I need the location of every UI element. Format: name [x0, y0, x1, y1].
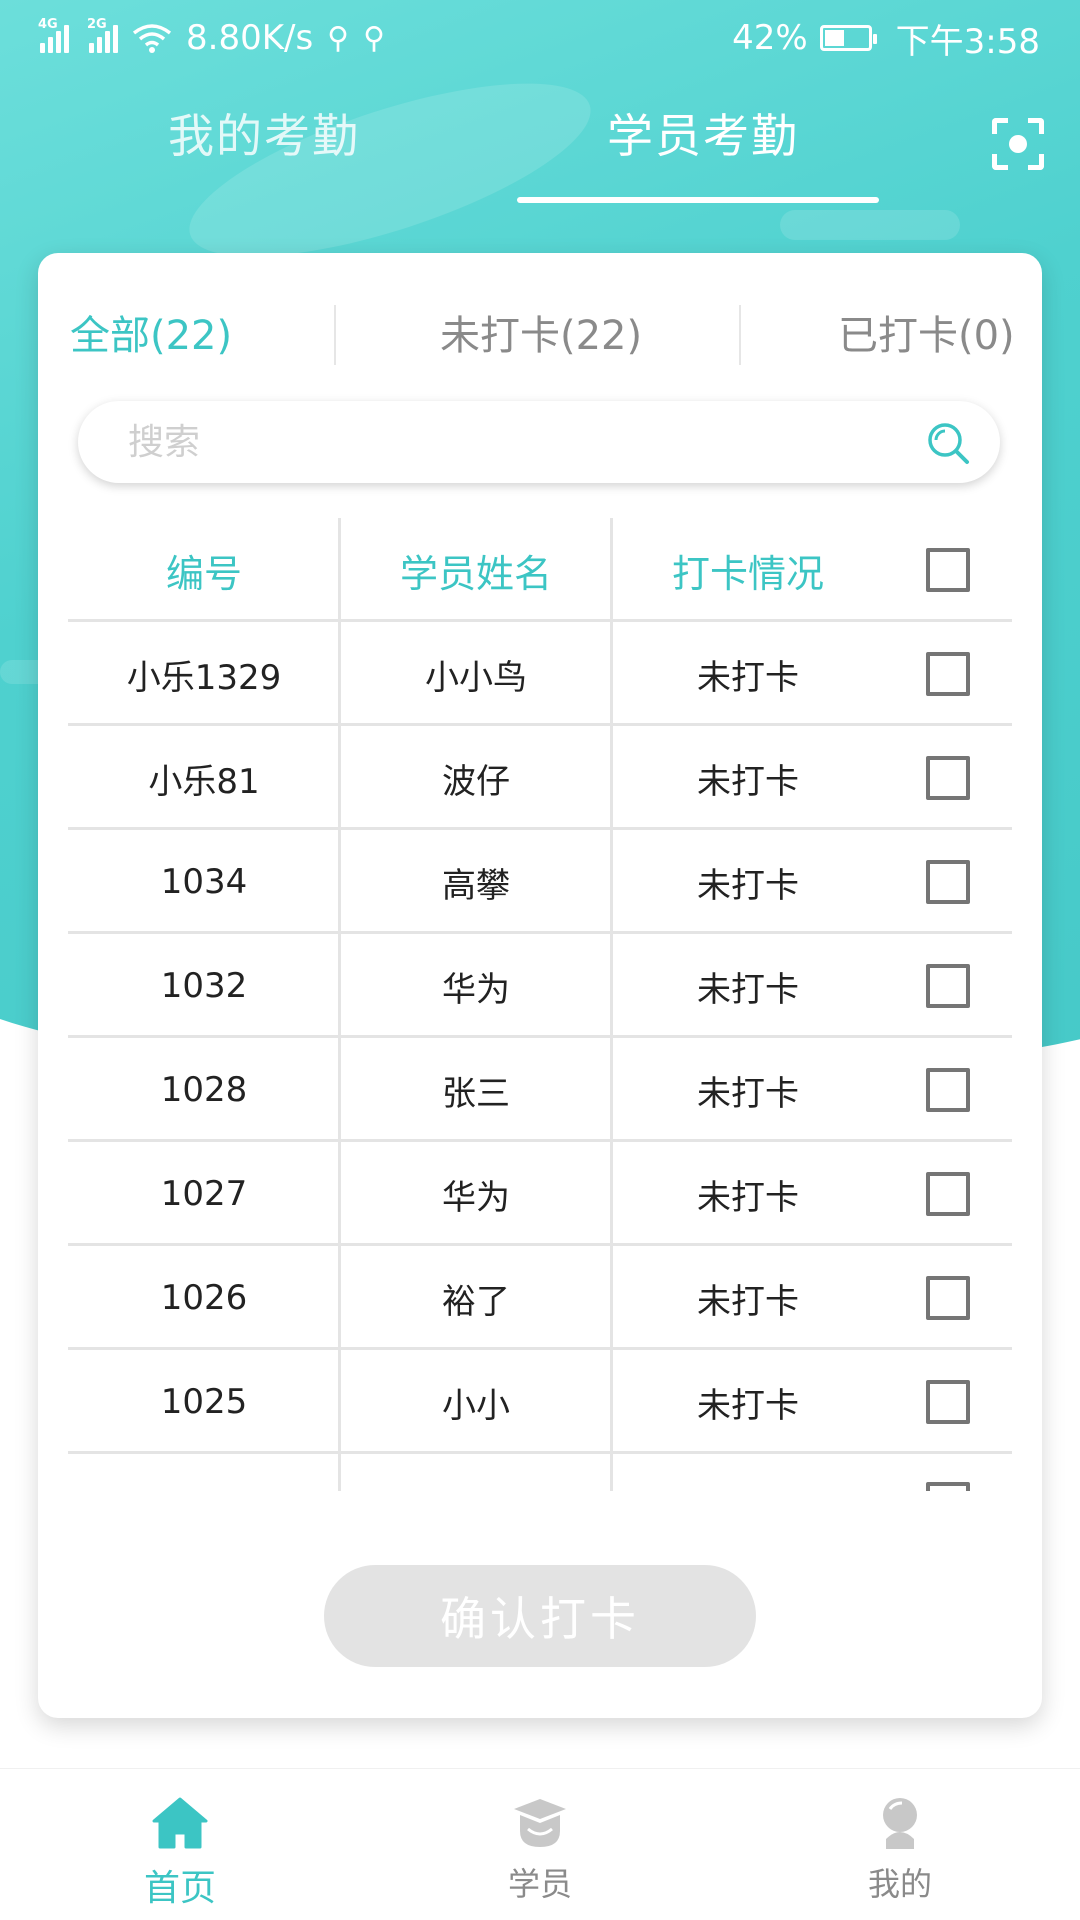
- row-checkbox[interactable]: [926, 1276, 970, 1320]
- status-bar: 4G 2G 8.80K/s ⚲ ⚲ 42% 下午3:58: [0, 0, 1080, 76]
- row-checkbox[interactable]: [926, 1380, 970, 1424]
- student-name: 张三: [442, 1073, 510, 1114]
- nav-item-students[interactable]: 学员: [440, 1769, 640, 1920]
- row-checkbox[interactable]: [926, 1068, 970, 1112]
- attendance-card: 全部(22) 未打卡(22) 已打卡(0) 编号 学员姓名 打卡情况: [38, 253, 1042, 1718]
- usb-icon: ⚲: [363, 20, 386, 56]
- student-id: 1026: [160, 1278, 248, 1318]
- checkin-status: 未打卡: [697, 657, 799, 698]
- student-id: 1034: [160, 862, 248, 902]
- student-table: 编号 学员姓名 打卡情况 小乐1329 小小鸟 未打卡 小乐81 波仔 未打卡 …: [68, 518, 1012, 1491]
- table-header-row: 编号 学员姓名 打卡情况: [68, 518, 1012, 622]
- table-row[interactable]: 1028 张三 未打卡: [68, 1038, 1012, 1142]
- row-checkbox[interactable]: [926, 756, 970, 800]
- student-name: 裕了: [442, 1281, 510, 1322]
- checkin-status: 未打卡: [697, 865, 799, 906]
- search-icon[interactable]: [926, 421, 970, 465]
- battery-percent: 42%: [732, 18, 808, 58]
- nav-label: 我的: [867, 1865, 932, 1903]
- nav-label: 首页: [143, 1868, 216, 1909]
- column-header-name: 学员姓名: [399, 551, 552, 596]
- row-checkbox[interactable]: [926, 860, 970, 904]
- student-name: 小小: [442, 1385, 510, 1426]
- table-row[interactable]: 1032 华为 未打卡: [68, 934, 1012, 1038]
- divider: [334, 305, 336, 365]
- scan-button[interactable]: [992, 118, 1044, 170]
- search-input[interactable]: [128, 401, 888, 483]
- row-checkbox[interactable]: [926, 964, 970, 1008]
- screen: 4G 2G 8.80K/s ⚲ ⚲ 42% 下午3:58 我的考勤 学员考勤 全…: [0, 0, 1080, 1920]
- student-id: 1025: [160, 1382, 248, 1422]
- table-row[interactable]: 1027 华为 未打卡: [68, 1142, 1012, 1246]
- table-row[interactable]: 小乐1329 小小鸟 未打卡: [68, 622, 1012, 726]
- student-id: 1032: [160, 966, 248, 1006]
- table-row[interactable]: 小乐81 波仔 未打卡: [68, 726, 1012, 830]
- table-row[interactable]: 1026 裕了 未打卡: [68, 1246, 1012, 1350]
- checkin-status: 未打卡: [697, 969, 799, 1010]
- filter-tab-all[interactable]: 全部(22): [70, 303, 232, 369]
- student-name: 小小鸟: [425, 657, 527, 698]
- student-id: 小乐1329: [126, 657, 282, 698]
- filter-tab-checked[interactable]: 已打卡(0): [838, 303, 1015, 369]
- nav-label: 学员: [507, 1865, 572, 1903]
- person-icon: [883, 1798, 917, 1849]
- decorative-cloud: [780, 210, 960, 240]
- checkin-status: 未打卡: [697, 1177, 799, 1218]
- checkin-status: 未打卡: [697, 1073, 799, 1114]
- row-checkbox[interactable]: [926, 1482, 970, 1491]
- select-all-checkbox[interactable]: [926, 548, 970, 592]
- checkin-status: 未打卡: [697, 761, 799, 802]
- student-id: 1028: [160, 1070, 248, 1110]
- column-header-id: 编号: [165, 551, 242, 596]
- student-name: 华为: [442, 969, 510, 1010]
- usb-icon: ⚲: [327, 20, 350, 56]
- wifi-icon: [132, 24, 172, 53]
- active-tab-indicator: [517, 197, 879, 203]
- student-name: 波仔: [442, 761, 510, 802]
- graduation-cap-icon: [514, 1799, 566, 1847]
- student-id: 小乐81: [148, 761, 260, 802]
- confirm-checkin-button[interactable]: 确认打卡: [324, 1565, 756, 1667]
- filter-tab-unchecked[interactable]: 未打卡(22): [440, 303, 642, 369]
- network-speed: 8.80K/s: [186, 18, 314, 58]
- table-row[interactable]: 1025 小小 未打卡: [68, 1350, 1012, 1454]
- table-row[interactable]: 1034 高攀 未打卡: [68, 830, 1012, 934]
- row-checkbox[interactable]: [926, 1172, 970, 1216]
- checkin-status: 未打卡: [697, 1281, 799, 1322]
- filter-tabs: 全部(22) 未打卡(22) 已打卡(0): [38, 303, 1042, 369]
- scan-icon: [992, 118, 1008, 134]
- bottom-navigation: 首页 学员 我的: [0, 1768, 1080, 1920]
- student-name: 高攀: [442, 865, 510, 906]
- nav-item-mine[interactable]: 我的: [800, 1769, 1000, 1920]
- battery-icon: [819, 25, 877, 51]
- student-id: 1027: [160, 1174, 248, 1214]
- search-bar: [78, 401, 1000, 483]
- tab-my-attendance[interactable]: 我的考勤: [168, 100, 360, 166]
- student-name: 华为: [442, 1177, 510, 1218]
- tab-student-attendance[interactable]: 学员考勤: [607, 100, 799, 166]
- table-row[interactable]: [68, 1454, 1012, 1491]
- divider: [739, 305, 741, 365]
- checkin-status: 未打卡: [697, 1385, 799, 1426]
- cellular-signal-icon: 2G: [87, 17, 118, 53]
- column-header-status: 打卡情况: [671, 551, 824, 596]
- clock: 下午3:58: [895, 21, 1040, 62]
- attendance-tabs: 我的考勤 学员考勤: [0, 100, 1080, 210]
- row-checkbox[interactable]: [926, 652, 970, 696]
- home-icon: [152, 1797, 208, 1849]
- cellular-signal-icon: 4G: [38, 17, 69, 53]
- nav-item-home[interactable]: 首页: [80, 1769, 280, 1920]
